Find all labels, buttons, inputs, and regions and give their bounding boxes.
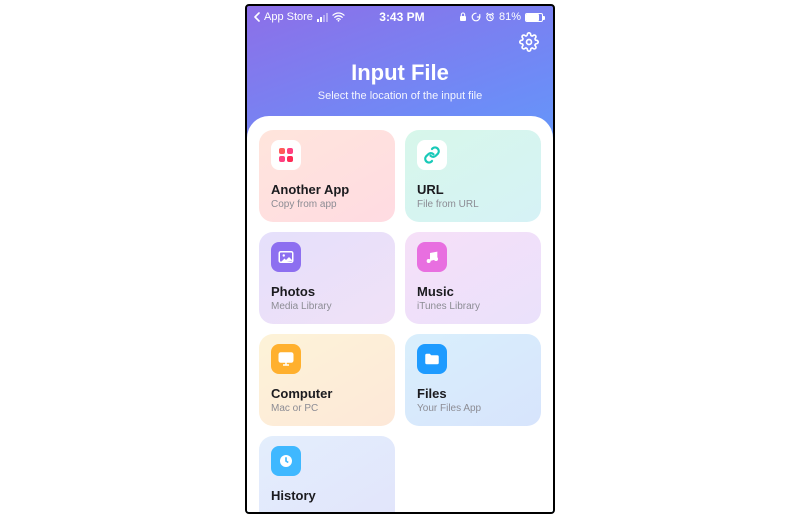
- card-another-app[interactable]: Another App Copy from app: [259, 130, 395, 222]
- photo-icon: [271, 242, 301, 272]
- back-app-label: App Store: [264, 11, 313, 23]
- status-time: 3:43 PM: [379, 10, 424, 24]
- card-music[interactable]: Music iTunes Library: [405, 232, 541, 324]
- page-subtitle: Select the location of the input file: [247, 90, 553, 102]
- card-subtitle: Mac or PC: [271, 403, 383, 414]
- battery-icon: [525, 13, 543, 22]
- monitor-icon: [271, 344, 301, 374]
- battery-pct: 81%: [499, 11, 521, 23]
- gear-icon: [519, 32, 539, 52]
- card-title: Files: [417, 386, 529, 401]
- card-title: Another App: [271, 182, 383, 197]
- music-note-icon: [417, 242, 447, 272]
- folder-icon: [417, 344, 447, 374]
- back-chevron-icon: [253, 12, 260, 22]
- card-subtitle: Media Library: [271, 301, 383, 312]
- card-title: History: [271, 488, 383, 503]
- card-title: URL: [417, 182, 529, 197]
- clock-icon: [271, 446, 301, 476]
- card-subtitle: Copy from app: [271, 199, 383, 210]
- card-title: Music: [417, 284, 529, 299]
- card-title: Computer: [271, 386, 383, 401]
- lock-icon: [459, 12, 467, 22]
- card-history[interactable]: History: [259, 436, 395, 514]
- settings-button[interactable]: [519, 32, 539, 52]
- card-subtitle: Your Files App: [417, 403, 529, 414]
- cellular-signal-icon: [317, 13, 328, 22]
- status-left[interactable]: App Store: [253, 11, 345, 23]
- content-sheet: Another App Copy from app URL File from …: [247, 116, 553, 514]
- alarm-icon: [485, 12, 495, 22]
- rotation-lock-icon: [471, 12, 481, 22]
- page-header: Input File Select the location of the in…: [247, 24, 553, 116]
- wifi-icon: [332, 12, 345, 22]
- card-title: Photos: [271, 284, 383, 299]
- page-title: Input File: [247, 60, 553, 86]
- card-photos[interactable]: Photos Media Library: [259, 232, 395, 324]
- card-computer[interactable]: Computer Mac or PC: [259, 334, 395, 426]
- source-grid: Another App Copy from app URL File from …: [259, 130, 541, 514]
- card-subtitle: File from URL: [417, 199, 529, 210]
- link-icon: [417, 140, 447, 170]
- card-url[interactable]: URL File from URL: [405, 130, 541, 222]
- status-bar: App Store 3:43 PM 81%: [247, 6, 553, 24]
- card-subtitle: iTunes Library: [417, 301, 529, 312]
- card-files[interactable]: Files Your Files App: [405, 334, 541, 426]
- phone-frame: App Store 3:43 PM 81% Input File Select …: [245, 4, 555, 514]
- status-right: 81%: [459, 11, 543, 23]
- apps-icon: [271, 140, 301, 170]
